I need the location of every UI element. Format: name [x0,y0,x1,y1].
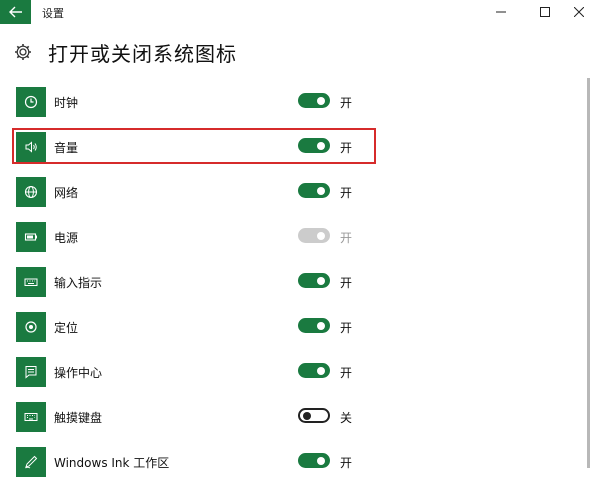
clock-icon [24,95,38,109]
location-icon [25,321,37,333]
toggle-state-text: 开 [340,456,353,470]
item-label: 触摸键盘 [54,411,103,425]
item-label: 操作中心 [54,366,103,380]
clock-toggle[interactable] [298,93,330,108]
item-label: 网络 [54,186,79,200]
list-item-windows-ink: Windows Ink 工作区 开 [0,447,590,483]
action-center-tile [16,357,46,387]
item-label: Windows Ink 工作区 [54,456,170,470]
network-toggle[interactable] [298,183,330,198]
toggle-knob [317,366,325,375]
toggle-state-text: 开 [340,96,353,110]
list-item-touch-keyboard: 触摸键盘 关 [0,402,590,438]
toggle-knob [317,456,325,465]
touch-keyboard-icon [24,413,38,421]
windows-ink-toggle[interactable] [298,453,330,468]
item-label: 输入指示 [54,276,103,290]
scrollbar[interactable] [587,78,590,468]
location-toggle[interactable] [298,318,330,333]
list-item-input-indicator: 输入指示 开 [0,267,590,303]
touch-keyboard-toggle[interactable] [298,408,330,423]
list-item-action-center: 操作中心 开 [0,357,590,393]
toggle-state-text: 开 [340,366,353,380]
toggle-knob [317,96,325,105]
toggle-knob [317,276,325,285]
item-label: 定位 [54,321,79,335]
action-center-toggle[interactable] [298,363,330,378]
volume-highlight-box [12,128,376,164]
clock-tile [16,87,46,117]
globe-icon [24,185,38,199]
item-label: 时钟 [54,96,79,110]
list-item-network: 网络 开 [0,177,590,213]
power-toggle[interactable] [298,228,330,243]
toggle-knob [303,411,311,420]
battery-icon [24,233,37,241]
toggle-state-text: 开 [340,321,353,335]
toggle-knob [317,321,325,330]
list-item-location: 定位 开 [0,312,590,348]
location-tile [16,312,46,342]
list-item-power: 电源 开 [0,222,590,258]
network-tile [16,177,46,207]
input-indicator-toggle[interactable] [298,273,330,288]
toggle-state-text: 开 [340,231,353,245]
keyboard-icon [24,278,38,286]
toggle-state-text: 开 [340,186,353,200]
input-indicator-tile [16,267,46,297]
item-label: 电源 [54,231,79,245]
system-icon-list: 时钟 开 音量 开 网络 开 电源 开 输入指示 开 定位 开 操作中心 开 触… [0,0,590,477]
list-item-clock: 时钟 开 [0,87,590,123]
toggle-knob [317,186,325,195]
action-center-icon [25,366,37,379]
toggle-knob [317,231,325,240]
toggle-state-text: 关 [340,411,353,425]
toggle-state-text: 开 [340,276,353,290]
power-tile [16,222,46,252]
touch-keyboard-tile [16,402,46,432]
pen-icon [25,455,38,469]
